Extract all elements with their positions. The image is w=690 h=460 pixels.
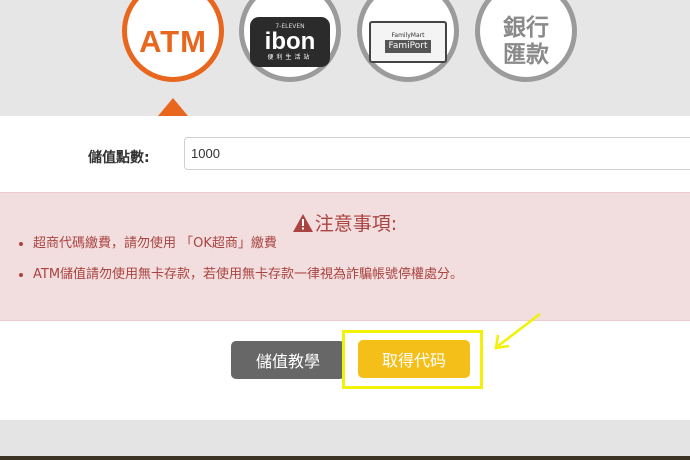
notice-title: 注意事項:	[0, 209, 690, 236]
atm-method-button[interactable]: ATM	[122, 0, 224, 82]
annotation-arrow-icon	[494, 313, 541, 350]
warning-icon	[292, 214, 313, 232]
notice-item: 超商代碼繳費，請勿使用 「OK超商」繳費	[33, 235, 463, 253]
amount-input[interactable]	[184, 137, 690, 170]
famiport-logo: FamilyMart FamiPort	[369, 21, 447, 63]
bank-transfer-method-button[interactable]: 銀行 匯款	[475, 0, 577, 82]
page-footer-edge	[0, 456, 690, 460]
bank-label-line1: 銀行	[503, 15, 549, 41]
ibon-label: ibon	[264, 28, 316, 55]
bank-label-line2: 匯款	[503, 42, 549, 68]
notice-box: 注意事項: 超商代碼繳費，請勿使用 「OK超商」繳費 ATM儲值請勿使用無卡存款…	[0, 192, 690, 321]
bank-transfer-label: 銀行 匯款	[498, 15, 554, 69]
payment-method-bar: ATM 7-ELEVEN ibon 便利生活站 FamilyMart FamiP…	[0, 0, 690, 116]
famiport-method-button[interactable]: FamilyMart FamiPort	[357, 0, 459, 82]
ibon-method-button[interactable]: 7-ELEVEN ibon 便利生活站	[239, 0, 341, 82]
notice-item: ATM儲值請勿使用無卡存款，若使用無卡存款一律視為詐騙帳號停權處分。	[33, 266, 463, 284]
bottom-strip	[0, 420, 690, 460]
notice-title-text: 注意事項:	[314, 213, 398, 235]
ibon-logo: 7-ELEVEN ibon 便利生活站	[250, 17, 330, 67]
atm-label: ATM	[139, 24, 207, 59]
selected-pointer-icon	[158, 98, 188, 116]
famiport-label: FamiPort	[384, 39, 432, 53]
ibon-sub: 便利生活站	[267, 54, 313, 61]
famiport-brand-small: FamilyMart	[391, 31, 425, 39]
tutorial-button[interactable]: 儲值教學	[231, 341, 345, 379]
amount-label: 儲值點數:	[88, 150, 150, 166]
notice-list: 超商代碼繳費，請勿使用 「OK超商」繳費 ATM儲值請勿使用無卡存款，若使用無卡…	[16, 235, 463, 297]
get-code-button[interactable]: 取得代码	[358, 340, 470, 378]
